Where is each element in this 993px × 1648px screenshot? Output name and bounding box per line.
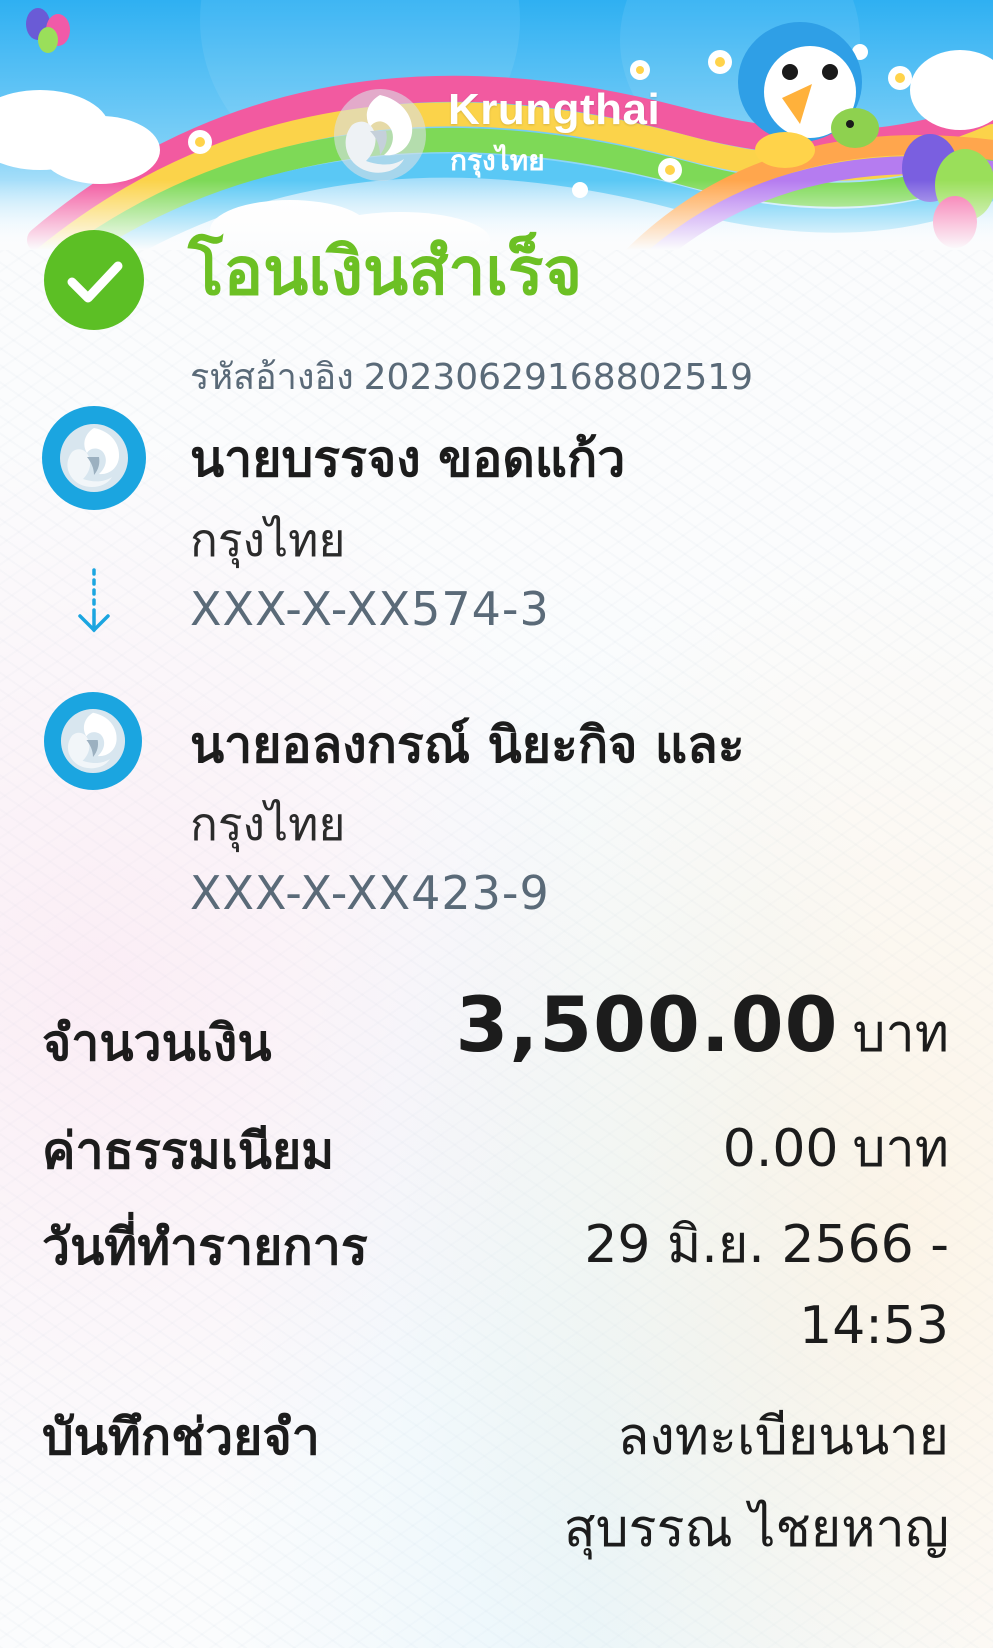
sender-bank-logo-icon (42, 406, 146, 510)
sender-name: นายบรรจง ขอดแก้ว (190, 430, 626, 488)
memo-value-line2: สุบรรณ ไชยหาญ (563, 1499, 949, 1559)
amount-value-row: 3,500.00 บาท (455, 980, 949, 1074)
sender-account: XXX-X-XX574-3 (190, 582, 550, 636)
receiver-bank-logo-icon (44, 692, 142, 790)
sender-bank: กรุงไทย (190, 513, 346, 567)
transaction-date-label: วันที่ทำรายการ (42, 1218, 368, 1276)
amount-unit: บาท (852, 1004, 949, 1064)
receiver-account: XXX-X-XX423-9 (190, 866, 550, 920)
transaction-time-value: 14:53 (799, 1296, 949, 1356)
amount-value: 3,500.00 (455, 980, 839, 1069)
transfer-slip: โอนเงินสำเร็จ รหัสอ้างอิง 202306291688025… (0, 0, 993, 1648)
reference-label: รหัสอ้างอิง (190, 357, 354, 398)
amount-label: จำนวนเงิน (42, 1014, 272, 1072)
dotted-down-arrow-icon (78, 568, 110, 633)
fee-label: ค่าธรรมเนียม (42, 1122, 335, 1180)
reference-number: 20230629168802519 (363, 357, 754, 398)
receiver-bank: กรุงไทย (190, 797, 346, 851)
check-circle-icon (44, 230, 144, 330)
reference-row: รหัสอ้างอิง 20230629168802519 (190, 348, 753, 405)
fee-value-row: 0.00 บาท (723, 1106, 949, 1189)
status-title: โอนเงินสำเร็จ (188, 233, 583, 310)
receiver-name: นายอลงกรณ์ นิยะกิจ และ (190, 716, 745, 774)
fee-unit: บาท (852, 1119, 949, 1179)
memo-value-line1: ลงทะเบียนนาย (617, 1407, 949, 1467)
memo-label: บันทึกช่วยจำ (42, 1408, 320, 1466)
fee-value: 0.00 (722, 1119, 839, 1179)
transaction-date-value: 29 มิ.ย. 2566 - (584, 1215, 949, 1275)
